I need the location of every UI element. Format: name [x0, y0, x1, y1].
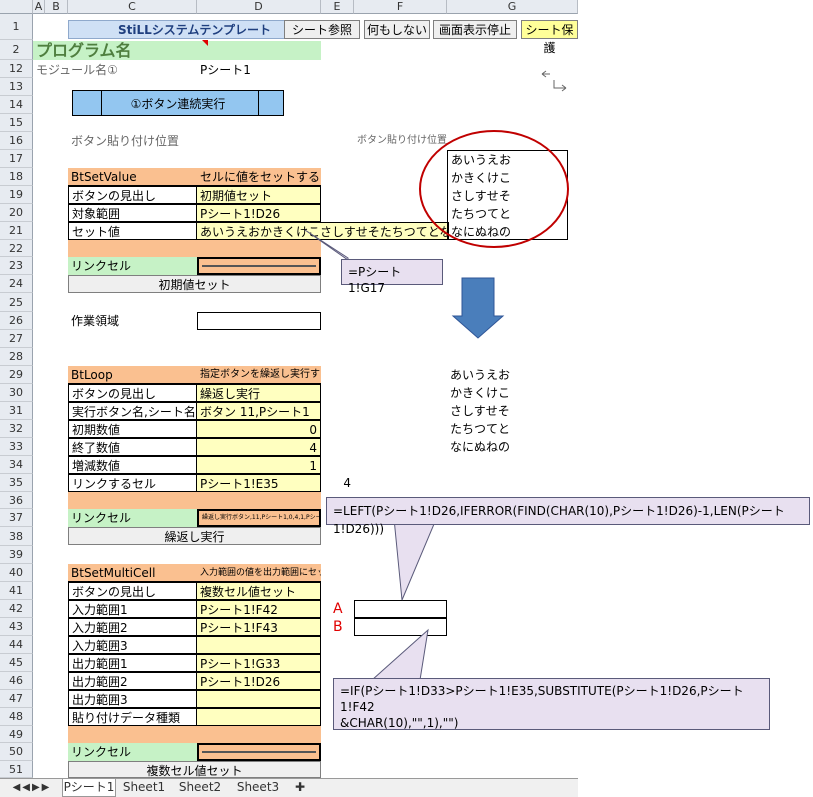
callout-if-line1: =IF(Pシート1!D33>Pシート1!E35,SUBSTITUTE(Pシート1…: [340, 684, 744, 714]
callout3-pointer: [370, 628, 429, 681]
callout-if-formula: =IF(Pシート1!D33>Pシート1!E35,SUBSTITUTE(Pシート1…: [333, 678, 770, 730]
callout1-pointer: [304, 229, 349, 261]
callout-g17-formula: =Pシート1!G17: [341, 259, 443, 295]
down-arrow-icon: [451, 277, 505, 339]
callout-if-line2: &CHAR(10),"",1),""): [340, 716, 459, 730]
callout-left-formula: =LEFT(Pシート1!D26,IFERROR(FIND(CHAR(10),Pシ…: [326, 497, 810, 536]
annotation-layer: [304, 130, 569, 681]
red-circle-annotation: [419, 130, 569, 248]
